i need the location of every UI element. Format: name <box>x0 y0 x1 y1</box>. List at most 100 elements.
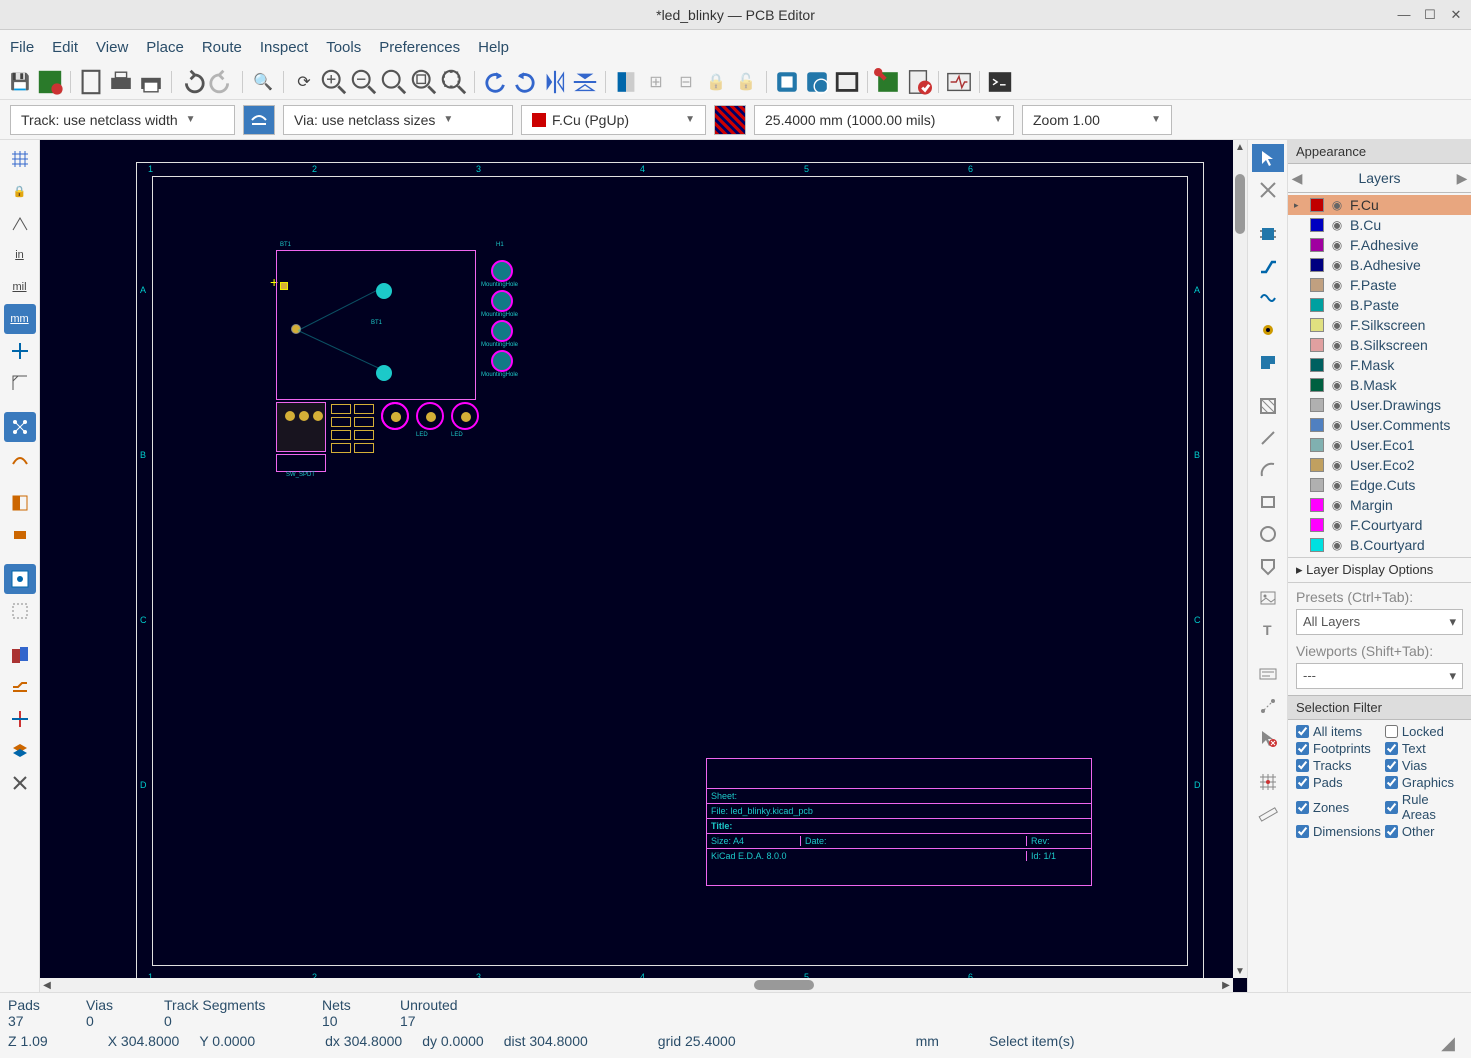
add-text-icon[interactable]: T <box>1252 616 1284 644</box>
menu-route[interactable]: Route <box>202 39 242 56</box>
set-origin-icon[interactable] <box>1252 768 1284 796</box>
pcb-canvas[interactable]: + 123456 ABCD ABCD 123456 BT1 BT1 H1 Mou… <box>40 140 1247 992</box>
filter-check[interactable]: Dimensions <box>1296 824 1381 839</box>
menu-tools[interactable]: Tools <box>326 39 361 56</box>
refresh-icon[interactable]: ⟳ <box>290 68 318 96</box>
polar-coord-icon[interactable] <box>4 208 36 238</box>
mounting-hole[interactable] <box>491 260 513 282</box>
layer-row[interactable]: ◉F.Courtyard <box>1288 515 1471 535</box>
zone-opacity-icon[interactable] <box>4 488 36 518</box>
visibility-icon[interactable]: ◉ <box>1330 198 1344 212</box>
layer-row[interactable]: ◉User.Comments <box>1288 415 1471 435</box>
page-settings-icon[interactable] <box>77 68 105 96</box>
schematic-icon[interactable] <box>945 68 973 96</box>
zoom-dropdown[interactable]: Zoom 1.00▼ <box>1022 105 1172 135</box>
filter-check[interactable]: Tracks <box>1296 758 1381 773</box>
layer-row[interactable]: ◉F.Adhesive <box>1288 235 1471 255</box>
place-footprint-icon[interactable] <box>1252 220 1284 248</box>
zoom-out-icon[interactable] <box>350 68 378 96</box>
menu-file[interactable]: File <box>10 39 34 56</box>
filter-check[interactable]: Footprints <box>1296 741 1381 756</box>
track-width-dropdown[interactable]: Track: use netclass width▼ <box>10 105 235 135</box>
filter-check[interactable]: Text <box>1385 741 1463 756</box>
visibility-icon[interactable]: ◉ <box>1330 418 1344 432</box>
via-display-icon[interactable] <box>4 564 36 594</box>
plot-icon[interactable] <box>137 68 165 96</box>
board-setup-icon[interactable] <box>36 68 64 96</box>
zoom-in-icon[interactable] <box>320 68 348 96</box>
visibility-icon[interactable]: ◉ <box>1330 538 1344 552</box>
filter-check[interactable]: Vias <box>1385 758 1463 773</box>
visibility-icon[interactable]: ◉ <box>1330 438 1344 452</box>
viewports-dropdown[interactable]: ---▾ <box>1296 663 1463 689</box>
visibility-icon[interactable]: ◉ <box>1330 398 1344 412</box>
maximize-icon[interactable]: ☐ <box>1423 8 1437 22</box>
menu-edit[interactable]: Edit <box>52 39 78 56</box>
led-footprint[interactable] <box>416 402 444 430</box>
select-tool-icon[interactable] <box>1252 144 1284 172</box>
tab-layers[interactable]: Layers <box>1306 164 1453 192</box>
add-image-icon[interactable] <box>1252 584 1284 612</box>
scripting-icon[interactable] <box>986 68 1014 96</box>
filter-check[interactable]: Rule Areas <box>1385 792 1463 822</box>
layer-row[interactable]: ◉B.Silkscreen <box>1288 335 1471 355</box>
footprint-browser-icon[interactable] <box>803 68 831 96</box>
tune-length-icon[interactable] <box>1252 316 1284 344</box>
visibility-icon[interactable]: ◉ <box>1330 218 1344 232</box>
save-icon[interactable]: 💾 <box>6 68 34 96</box>
layer-row[interactable]: ◉B.Mask <box>1288 375 1471 395</box>
layer-row[interactable]: ◉B.Courtyard <box>1288 535 1471 555</box>
menu-preferences[interactable]: Preferences <box>379 39 460 56</box>
visibility-icon[interactable]: ◉ <box>1330 258 1344 272</box>
outline-mode-icon[interactable] <box>4 704 36 734</box>
ungroup-icon[interactable]: ⊟ <box>672 68 700 96</box>
visibility-icon[interactable]: ◉ <box>1330 378 1344 392</box>
add-dimension-icon[interactable] <box>1252 692 1284 720</box>
draw-rect-icon[interactable] <box>1252 488 1284 516</box>
layer-row[interactable]: ◉Edge.Cuts <box>1288 475 1471 495</box>
track-display-icon[interactable] <box>4 596 36 626</box>
pcb-footprints[interactable]: BT1 BT1 H1 MountingHole MountingHole Mou… <box>276 250 491 510</box>
unit-in-button[interactable]: in <box>4 240 36 270</box>
grid-override-icon[interactable]: 🔒 <box>4 176 36 206</box>
properties-icon[interactable] <box>4 768 36 798</box>
erc-icon[interactable] <box>904 68 932 96</box>
visibility-icon[interactable]: ◉ <box>1330 318 1344 332</box>
active-layer-dropdown[interactable]: F.Cu (PgUp)▼ <box>521 105 706 135</box>
contrast-icon[interactable] <box>4 640 36 670</box>
layer-row[interactable]: ◉B.Adhesive <box>1288 255 1471 275</box>
layer-pair-icon[interactable] <box>714 105 746 135</box>
unlock-icon[interactable]: 🔓 <box>732 68 760 96</box>
flip-icon[interactable] <box>612 68 640 96</box>
menu-inspect[interactable]: Inspect <box>260 39 308 56</box>
delete-icon[interactable] <box>1252 724 1284 752</box>
layer-row[interactable]: ◉F.Mask <box>1288 355 1471 375</box>
presets-dropdown[interactable]: All Layers▾ <box>1296 609 1463 635</box>
zoom-fit-icon[interactable] <box>380 68 408 96</box>
pad[interactable] <box>376 283 392 299</box>
redo-icon[interactable] <box>208 68 236 96</box>
menu-place[interactable]: Place <box>146 39 184 56</box>
grid-dropdown[interactable]: 25.4000 mm (1000.00 mils)▼ <box>754 105 1014 135</box>
layer-row[interactable]: ◉User.Eco1 <box>1288 435 1471 455</box>
close-icon[interactable]: ✕ <box>1449 8 1463 22</box>
mirror-v-icon[interactable] <box>541 68 569 96</box>
switch-footprint[interactable] <box>276 402 326 452</box>
filter-check[interactable]: Graphics <box>1385 775 1463 790</box>
layer-row[interactable]: ◉User.Eco2 <box>1288 455 1471 475</box>
add-zone-icon[interactable] <box>1252 348 1284 376</box>
visibility-icon[interactable]: ◉ <box>1330 338 1344 352</box>
mirror-h-icon[interactable] <box>571 68 599 96</box>
pad-pin1[interactable] <box>280 282 288 290</box>
update-from-schematic-icon[interactable] <box>833 68 861 96</box>
45-constraint-icon[interactable] <box>4 368 36 398</box>
visibility-icon[interactable]: ◉ <box>1330 458 1344 472</box>
rotate-cw-icon[interactable] <box>511 68 539 96</box>
visibility-icon[interactable]: ◉ <box>1330 498 1344 512</box>
unit-mil-button[interactable]: mil <box>4 272 36 302</box>
visibility-icon[interactable]: ◉ <box>1330 478 1344 492</box>
rotate-ccw-icon[interactable] <box>481 68 509 96</box>
footprint-editor-icon[interactable] <box>773 68 801 96</box>
filter-check[interactable]: Zones <box>1296 792 1381 822</box>
menu-view[interactable]: View <box>96 39 128 56</box>
